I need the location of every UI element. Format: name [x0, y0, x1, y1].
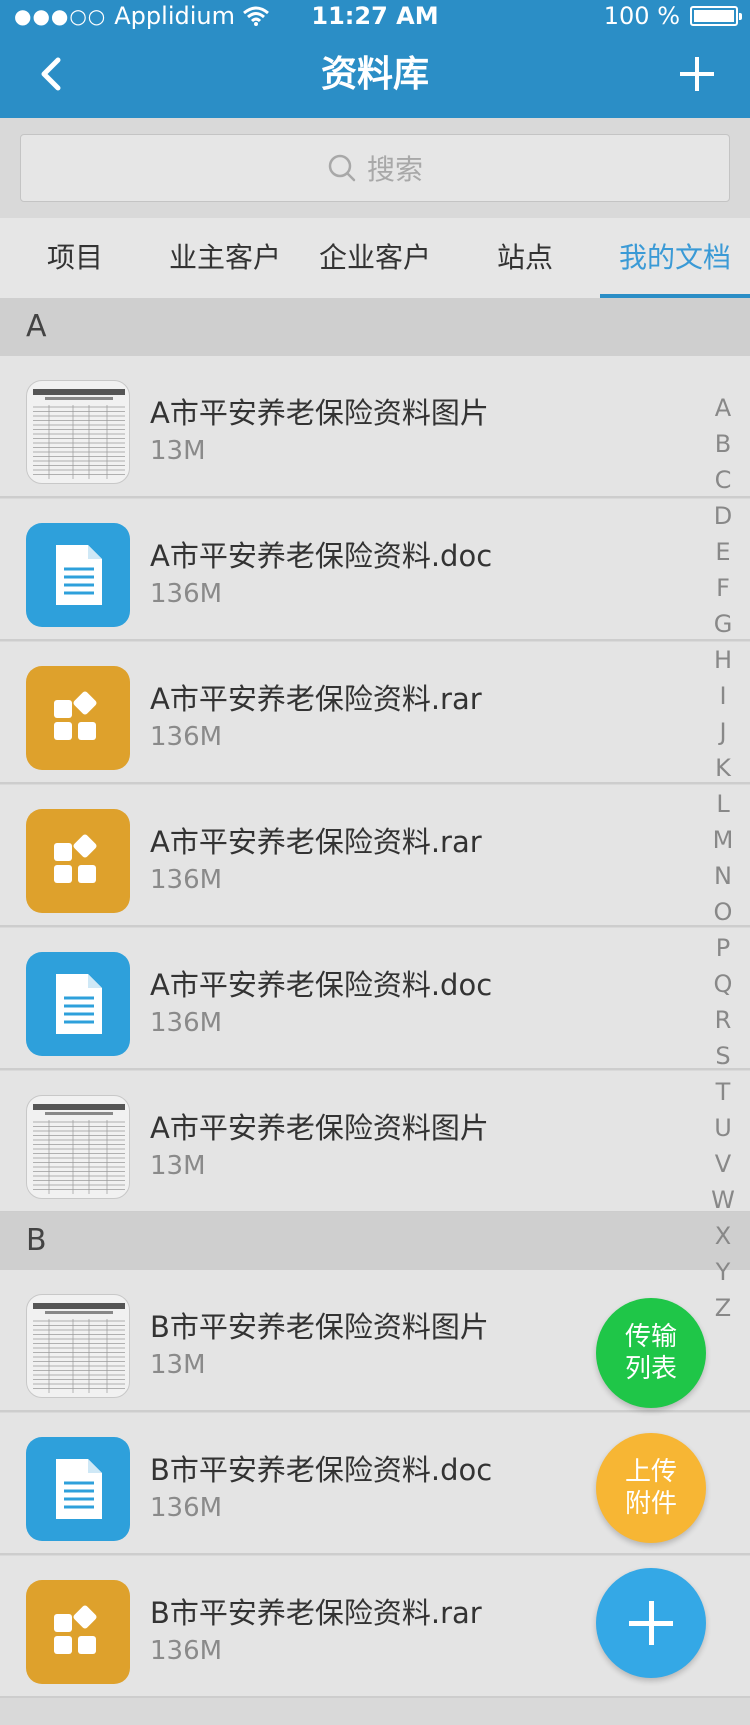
file-row[interactable]: A市平安养老保险资料.doc 136M: [0, 928, 750, 1070]
file-name: A市平安养老保险资料.rar: [150, 825, 482, 859]
alphabet-letter[interactable]: M: [713, 822, 734, 858]
file-name: A市平安养老保险资料.doc: [150, 539, 493, 573]
image-thumbnail: [26, 1095, 130, 1199]
file-size: 136M: [150, 579, 223, 609]
alphabet-letter[interactable]: Z: [715, 1290, 731, 1326]
search-placeholder: 搜索: [366, 153, 423, 186]
file-size: 13M: [150, 436, 206, 466]
plus-icon: [629, 1601, 673, 1645]
transfer-list-button[interactable]: 传输 列表: [596, 1298, 706, 1408]
file-name: A市平安养老保险资料图片: [150, 396, 489, 430]
search-icon: [328, 154, 356, 182]
image-thumbnail: [26, 380, 130, 484]
add-button[interactable]: [596, 1568, 706, 1678]
alphabet-letter[interactable]: X: [715, 1218, 731, 1254]
file-name: B市平安养老保险资料图片: [150, 1310, 489, 1344]
alphabet-letter[interactable]: U: [714, 1110, 732, 1146]
status-bar: ●●●○○ Applidium 11:27 AM 100 %: [0, 0, 750, 32]
alphabet-letter[interactable]: H: [714, 642, 732, 678]
doc-file-icon: [26, 1437, 130, 1541]
alphabet-letter[interactable]: S: [715, 1038, 730, 1074]
doc-file-icon: [26, 952, 130, 1056]
upload-attachment-button[interactable]: 上传 附件: [596, 1433, 706, 1543]
battery-percent: 100 %: [603, 2, 680, 30]
plus-icon[interactable]: [680, 57, 714, 91]
alphabet-letter[interactable]: O: [714, 894, 733, 930]
file-size: 13M: [150, 1350, 206, 1380]
transfer-label-2: 列表: [624, 1354, 677, 1384]
file-row[interactable]: A市平安养老保险资料图片 13M: [0, 1071, 750, 1213]
alphabet-letter[interactable]: W: [711, 1182, 735, 1218]
archive-file-icon: [26, 666, 130, 770]
tab-projects[interactable]: 项目: [0, 218, 150, 298]
tab-owner-clients[interactable]: 业主客户: [150, 218, 300, 298]
alphabet-letter[interactable]: I: [719, 678, 726, 714]
file-size: 136M: [150, 865, 223, 895]
image-thumbnail: [26, 1294, 130, 1398]
transfer-label-1: 传输: [624, 1322, 677, 1352]
file-size: 136M: [150, 722, 223, 752]
status-right: 100 %: [603, 0, 742, 32]
alphabet-letter[interactable]: R: [715, 1002, 732, 1038]
file-row[interactable]: A市平安养老保险资料图片 13M: [0, 356, 750, 498]
alphabet-letter[interactable]: Q: [714, 966, 733, 1002]
alphabet-letter[interactable]: N: [714, 858, 732, 894]
alphabet-letter[interactable]: F: [716, 570, 730, 606]
file-row[interactable]: A市平安养老保险资料.doc 136M: [0, 499, 750, 641]
file-name: A市平安养老保险资料.doc: [150, 968, 493, 1002]
file-size: 13M: [150, 1151, 206, 1181]
file-name: A市平安养老保险资料.rar: [150, 682, 482, 716]
alphabet-letter[interactable]: C: [715, 462, 732, 498]
alphabet-letter[interactable]: V: [715, 1146, 731, 1182]
file-size: 136M: [150, 1493, 223, 1523]
alphabet-letter[interactable]: T: [716, 1074, 731, 1110]
file-name: B市平安养老保险资料.doc: [150, 1453, 493, 1487]
file-size: 136M: [150, 1636, 223, 1666]
section-header-b: B: [0, 1212, 750, 1270]
battery-icon: [690, 6, 742, 26]
search-area: 搜索: [0, 118, 750, 218]
archive-file-icon: [26, 809, 130, 913]
file-name: B市平安养老保险资料.rar: [150, 1596, 482, 1630]
file-name: A市平安养老保险资料图片: [150, 1111, 489, 1145]
upload-label-1: 上传: [624, 1457, 677, 1487]
upload-label-2: 附件: [624, 1489, 677, 1519]
alphabet-letter[interactable]: J: [719, 714, 726, 750]
tab-sites[interactable]: 站点: [450, 218, 600, 298]
alphabet-letter[interactable]: B: [715, 426, 731, 462]
alphabet-letter[interactable]: D: [714, 498, 732, 534]
file-size: 136M: [150, 1008, 223, 1038]
alphabet-letter[interactable]: K: [715, 750, 731, 786]
alphabet-letter[interactable]: Y: [716, 1254, 731, 1290]
doc-file-icon: [26, 523, 130, 627]
section-header-a: A: [0, 298, 750, 356]
nav-bar: 资料库: [0, 32, 750, 118]
archive-file-icon: [26, 1580, 130, 1684]
alphabet-letter[interactable]: G: [714, 606, 733, 642]
page-title: 资料库: [320, 54, 429, 95]
tab-enterprise-clients[interactable]: 企业客户: [300, 218, 450, 298]
file-row[interactable]: A市平安养老保险资料.rar 136M: [0, 785, 750, 927]
category-tabs: 项目 业主客户 企业客户 站点 我的文档: [0, 218, 750, 298]
tab-my-documents[interactable]: 我的文档: [600, 218, 750, 298]
search-input[interactable]: 搜索: [20, 134, 730, 202]
alphabet-letter[interactable]: A: [715, 390, 731, 426]
alphabet-letter[interactable]: E: [715, 534, 730, 570]
alphabet-index[interactable]: ABCDEFGHIJKLMNOPQRSTUVWXYZ: [708, 390, 738, 1326]
alphabet-letter[interactable]: P: [716, 930, 730, 966]
file-row[interactable]: A市平安养老保险资料.rar 136M: [0, 642, 750, 784]
alphabet-letter[interactable]: L: [716, 786, 729, 822]
